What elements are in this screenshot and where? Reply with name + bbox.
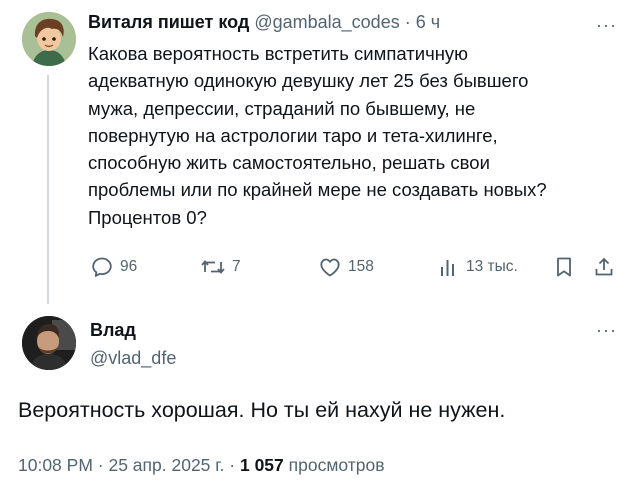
- views-total: 1 057: [239, 455, 284, 475]
- heart-icon: [320, 258, 340, 277]
- reply-more-options-icon[interactable]: ···: [596, 321, 617, 339]
- like-action[interactable]: 158: [318, 255, 374, 279]
- like-count: 158: [348, 258, 374, 275]
- reply-tweet-meta: 10:08 PM · 25 апр. 2025 г. · 1 057 просм…: [18, 455, 385, 476]
- reply-author-handle[interactable]: @vlad_dfe: [90, 348, 176, 369]
- reply-author-avatar[interactable]: [22, 316, 76, 370]
- views-count: 13 тыс.: [466, 258, 518, 275]
- meta-separator: ·: [229, 455, 236, 475]
- reply-action[interactable]: 96: [90, 255, 137, 279]
- person-photo-avatar-icon: [22, 316, 76, 370]
- views-label: просмотров: [288, 455, 385, 475]
- reply-count: 96: [120, 258, 138, 275]
- views-action[interactable]: 13 тыс.: [438, 255, 518, 279]
- reply-tweet-text: Вероятность хорошая. Но ты ей нахуй не н…: [18, 398, 506, 422]
- cartoon-avatar-icon: [22, 12, 76, 66]
- post-time[interactable]: 10:08 PM: [18, 455, 93, 475]
- post-date[interactable]: 25 апр. 2025 г.: [108, 455, 224, 475]
- original-more-options-icon[interactable]: ···: [596, 16, 617, 34]
- meta-separator: ·: [97, 455, 104, 475]
- repost-count: 7: [232, 258, 241, 275]
- thread-connector-line: [47, 75, 49, 304]
- original-author-avatar[interactable]: [22, 12, 76, 66]
- original-author-handle[interactable]: @gambala_codes: [254, 12, 399, 32]
- share-upload-icon: [595, 257, 613, 276]
- original-author-name[interactable]: Виталя пишет код: [88, 12, 249, 32]
- repost-icon: [201, 260, 225, 274]
- original-tweet-header: Виталя пишет код @gambala_codes · 6 ч: [88, 12, 440, 33]
- original-tweet-actions: 96 7 158 13 тыс.: [88, 255, 618, 283]
- bookmark-action[interactable]: [553, 255, 575, 279]
- reply-bubble-icon: [92, 257, 112, 277]
- header-separator: ·: [404, 12, 411, 32]
- original-tweet-text: Какова вероятность встретить симпатичную…: [88, 43, 547, 228]
- repost-action[interactable]: 7: [200, 255, 241, 279]
- bookmark-icon: [557, 257, 571, 277]
- original-tweet-time[interactable]: 6 ч: [416, 12, 440, 32]
- share-action[interactable]: [593, 255, 615, 279]
- views-bar-chart-icon: [441, 260, 454, 276]
- reply-author-name[interactable]: Влад: [90, 320, 136, 341]
